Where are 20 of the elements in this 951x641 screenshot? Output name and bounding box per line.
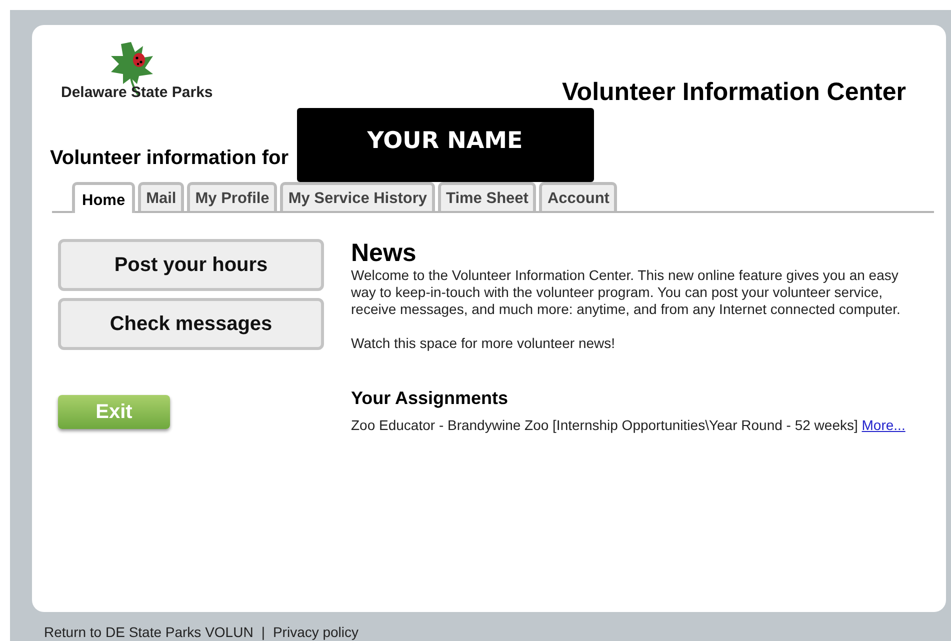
volunteer-label: Volunteer information for: [50, 147, 289, 170]
nav-tab[interactable]: My Profile: [187, 182, 278, 211]
news-paragraph: Welcome to the Volunteer Information Center. This new online feature gives you an easy way to keep-in-touch with the volunteer program. You can post your volunteer service, receive messages, and much more: anytime, and from any Internet connected computer.: [351, 267, 902, 318]
nav-tab[interactable]: Mail: [138, 182, 184, 211]
action-button[interactable]: Check messages: [58, 298, 324, 350]
assignments-heading: Your Assignments: [351, 388, 510, 409]
name-redaction: YOUR NAME: [296, 108, 594, 182]
news-paragraph: Watch this space for more volunteer news!: [351, 335, 616, 352]
nav-tab[interactable]: My Service History: [280, 182, 436, 211]
assignment-text: Zoo Educator - Brandywine Zoo [Internship Opportunities\Year Round - 52 weeks] More...: [351, 417, 906, 434]
nav-tab[interactable]: Home: [72, 182, 136, 213]
footer-link[interactable]: Return to DE State Parks VOLUN: [44, 624, 254, 640]
action-button[interactable]: Post your hours: [58, 239, 324, 291]
news-heading: News: [351, 239, 418, 267]
nav-tab[interactable]: Account: [539, 182, 618, 211]
separator: |: [261, 624, 265, 640]
more-link[interactable]: More...: [862, 417, 906, 433]
page-title: Volunteer Information Center: [562, 78, 906, 107]
footer-link[interactable]: Privacy policy: [272, 624, 359, 640]
nav-tab[interactable]: Time Sheet: [438, 182, 536, 211]
